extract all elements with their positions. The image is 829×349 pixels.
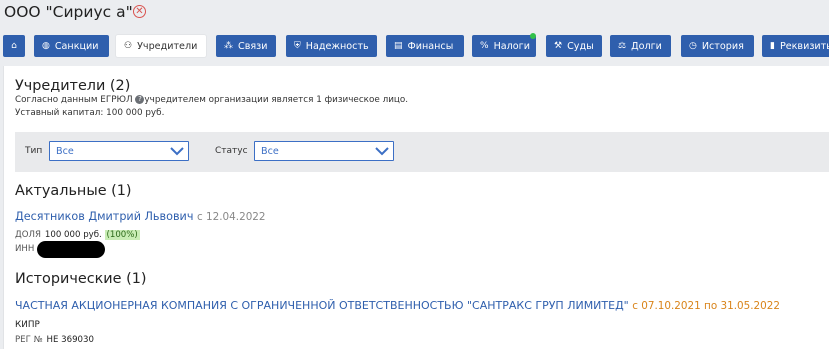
tab-home[interactable]: ⌂ xyxy=(3,35,25,57)
section-title: Учредители (2) xyxy=(15,78,131,94)
egrul-note: Согласно данным ЕГРЮЛ ? учредителем орган… xyxy=(15,95,409,105)
inn-label: ИНН xyxy=(15,244,35,254)
reg-value: HE 369030 xyxy=(46,335,94,345)
historical-title: Исторические (1) xyxy=(15,271,147,287)
tab-reliability[interactable]: ⛨ Надежность xyxy=(286,35,377,57)
globe-icon: ◍ xyxy=(42,40,50,51)
historical-row: ЧАСТНАЯ АКЦИОНЕРНАЯ КОМПАНИЯ С ОГРАНИЧЕН… xyxy=(15,299,780,312)
share-row: ДОЛЯ 100 000 руб. (100%) xyxy=(15,230,140,240)
redacted-inn xyxy=(37,241,105,258)
header: ООО "Сириус а" ✕ xyxy=(0,0,829,32)
tab-label: Надежность xyxy=(305,40,369,52)
reg-label: РЕГ № xyxy=(15,335,43,345)
founder-since: с 12.04.2022 xyxy=(197,211,266,223)
tab-history[interactable]: ◷ История xyxy=(681,35,754,57)
tab-label: История xyxy=(701,40,744,52)
share-label: ДОЛЯ xyxy=(15,230,41,240)
chart-icon: ▤ xyxy=(394,40,403,51)
home-icon: ⌂ xyxy=(11,40,17,51)
tab-label: Налоги xyxy=(493,40,530,52)
gavel-icon: ⚒ xyxy=(554,40,563,51)
company-title: ООО "Сириус а" xyxy=(4,3,133,21)
founder-row: Десятников Дмитрий Львович с 12.04.2022 xyxy=(15,210,266,223)
tab-label: Финансы xyxy=(407,40,454,52)
shield-icon: ⛨ xyxy=(294,40,301,51)
tab-label: Долги xyxy=(631,40,662,52)
type-label: Тип xyxy=(25,146,43,156)
share-percent-badge: (100%) xyxy=(104,230,140,240)
tab-links[interactable]: ⁂ Связи xyxy=(216,35,276,57)
tab-sanctions[interactable]: ◍ Санкции xyxy=(34,35,109,57)
status-select[interactable]: Все xyxy=(254,141,394,161)
tab-label: Связи xyxy=(238,40,268,52)
filter-bar: Тип Все Статус Все xyxy=(15,132,829,172)
chevron-down-icon xyxy=(375,147,389,156)
close-icon[interactable]: ✕ xyxy=(133,5,146,18)
chevron-down-icon xyxy=(170,147,184,156)
current-title: Актуальные (1) xyxy=(15,183,132,199)
founders-panel: Учредители (2) Согласно данным ЕГРЮЛ ? уч… xyxy=(3,66,829,349)
tab-taxes[interactable]: % Налоги xyxy=(472,35,536,57)
reg-row: РЕГ № HE 369030 xyxy=(15,335,94,345)
founder-link[interactable]: Десятников Дмитрий Львович xyxy=(15,210,193,223)
tab-finance[interactable]: ▤ Финансы xyxy=(386,35,464,57)
tab-label: Реквизиты xyxy=(779,40,829,52)
tab-debts[interactable]: ⚖ Долги xyxy=(610,35,671,57)
tab-label: Суды xyxy=(567,40,594,52)
tab-label: Санкции xyxy=(54,40,99,52)
tab-courts[interactable]: ⚒ Суды xyxy=(546,35,602,57)
history-icon: ◷ xyxy=(689,40,697,51)
share-value: 100 000 руб. xyxy=(44,230,102,240)
scales-icon: ⚖ xyxy=(618,40,627,51)
tab-founders[interactable]: ⚇ Учредители xyxy=(116,35,206,57)
users-icon: ⚇ xyxy=(124,40,133,51)
type-select[interactable]: Все xyxy=(49,141,189,161)
country-text: КИПР xyxy=(15,320,40,330)
percent-icon: % xyxy=(480,40,489,51)
capital-text: Уставный капитал: 100 000 руб. xyxy=(15,108,165,118)
network-icon: ⁂ xyxy=(224,40,233,51)
status-indicator xyxy=(530,33,536,39)
historical-period: с 07.10.2021 по 31.05.2022 xyxy=(632,300,780,312)
tab-requisites[interactable]: ▮ Реквизиты xyxy=(762,35,829,57)
status-label: Статус xyxy=(215,146,248,156)
document-icon: ▮ xyxy=(770,40,775,51)
tab-label: Учредители xyxy=(137,40,198,52)
historical-company-link[interactable]: ЧАСТНАЯ АКЦИОНЕРНАЯ КОМПАНИЯ С ОГРАНИЧЕН… xyxy=(15,299,629,312)
